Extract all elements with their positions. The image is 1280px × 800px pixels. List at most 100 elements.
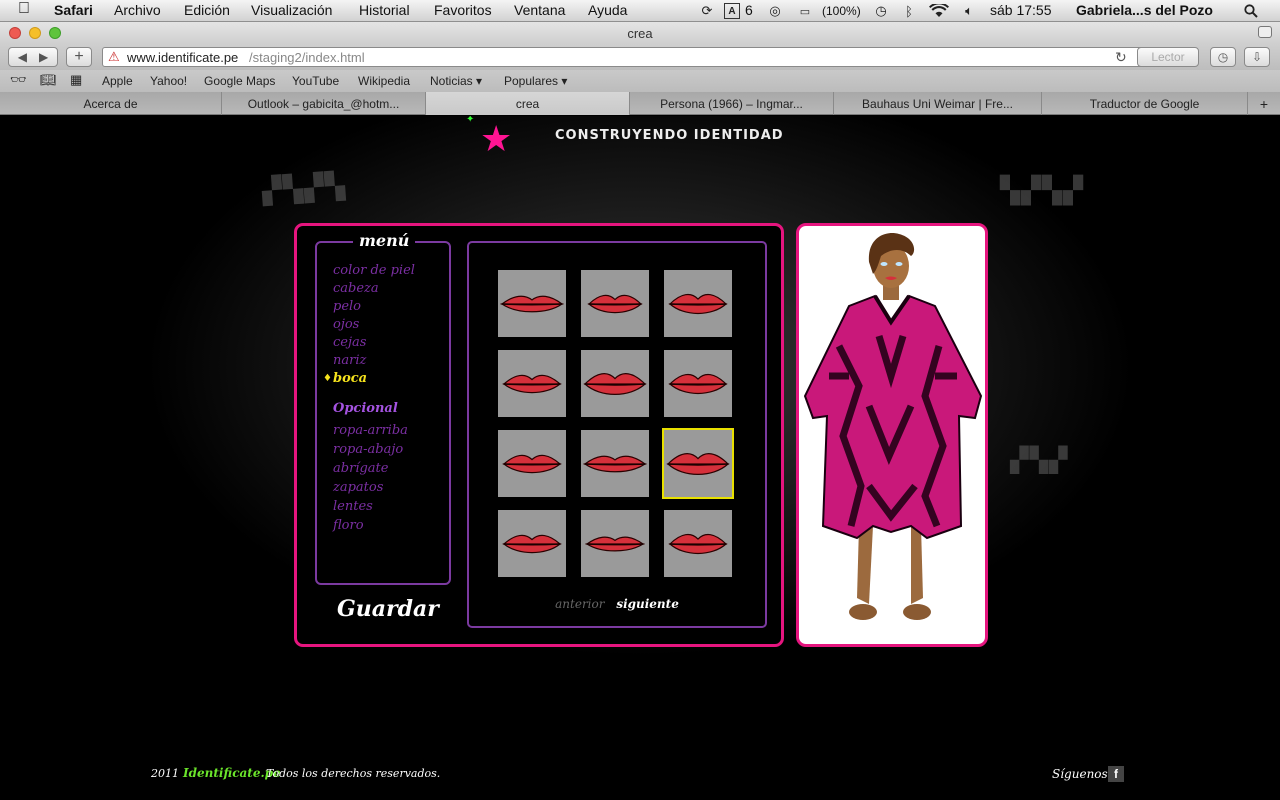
mouth-option-1[interactable] (498, 270, 566, 337)
lips-icon (668, 293, 728, 314)
reload-icon[interactable]: ↻ (1115, 49, 1127, 66)
address-bar[interactable]: ⚠ www.identificate.pe /staging2/index.ht… (102, 47, 1144, 67)
downloads-icon[interactable]: ⇩ (1244, 47, 1270, 67)
menu-item-cejas[interactable]: cejas (333, 335, 366, 350)
tab-traductor[interactable]: Traductor de Google (1042, 92, 1248, 115)
bookmark-yahoo[interactable]: Yahoo! (150, 74, 187, 88)
star-logo-icon: ★ (480, 118, 513, 159)
top-sites-grid-icon[interactable]: ▦ (70, 72, 82, 88)
fullscreen-toggle[interactable] (1258, 26, 1272, 38)
poster-collage-right-lower: ▞▚▞ (1010, 446, 1069, 474)
menu-item-ropa-arriba[interactable]: ropa-arriba (333, 423, 408, 438)
menu-item-lentes[interactable]: lentes (333, 499, 373, 514)
lips-icon (587, 294, 643, 313)
user-name[interactable]: Gabriela...s del Pozo (1076, 2, 1213, 18)
web-page: ▞▚▞▚ ▚▞▚▞ ▞▚▞ ★ ✦ CONSTRUYENDO IDENTIDAD… (0, 116, 1280, 800)
prev-page-link[interactable]: anterior (555, 597, 604, 611)
lips-icon (668, 533, 728, 554)
tab-acerca-de[interactable]: Acerca de (0, 92, 222, 115)
bookmark-google-maps[interactable]: Google Maps (204, 74, 275, 88)
facebook-icon[interactable]: f (1108, 766, 1124, 782)
apple-icon[interactable]:  (18, 0, 30, 18)
time-machine-icon[interactable]: ◷ (872, 3, 890, 19)
site-footer: 2011 Identificate.pe Todos los derechos … (0, 766, 1280, 786)
bookmark-noticias[interactable]: Noticias ▾ (430, 74, 482, 88)
bookmark-apple[interactable]: Apple (102, 74, 133, 88)
reading-list-icon[interactable]: 👓︎ (10, 72, 27, 88)
menu-item-abrigate[interactable]: abrígate (333, 461, 388, 476)
avatar-left-eye (880, 262, 888, 266)
battery-icon[interactable]: ▭ (794, 3, 816, 19)
spotlight-search-icon[interactable] (1241, 3, 1261, 19)
battery-percent: (100%) (822, 4, 861, 18)
menu-item-ojos[interactable]: ojos (333, 317, 359, 332)
mouth-option-7[interactable] (498, 430, 566, 497)
mouth-option-11[interactable] (581, 510, 649, 577)
mouth-option-9[interactable] (662, 428, 734, 499)
mouth-option-3[interactable] (664, 270, 732, 337)
mouth-option-5[interactable] (581, 350, 649, 417)
menu-archivo[interactable]: Archivo (114, 2, 161, 18)
clock[interactable]: sáb 17:55 (990, 2, 1052, 18)
avatar-figure (803, 233, 983, 620)
mouth-option-10[interactable] (498, 510, 566, 577)
bookmark-populares[interactable]: Populares ▾ (504, 74, 567, 88)
tab-outlook[interactable]: Outlook – gabicita_@hotm... (222, 92, 426, 115)
bluetooth-icon[interactable]: ᛒ (902, 3, 916, 19)
mouth-option-8[interactable] (581, 430, 649, 497)
tab-crea[interactable]: crea (426, 92, 630, 115)
menu-item-ropa-abajo[interactable]: ropa-abajo (333, 442, 403, 457)
forward-arrow-icon[interactable]: ▶ (39, 50, 48, 64)
menu-ayuda[interactable]: Ayuda (588, 2, 627, 18)
adobe-count: 6 (745, 2, 753, 18)
volume-icon[interactable]: 🔈︎ (960, 3, 978, 19)
avatar-poncho (803, 294, 983, 540)
mouth-option-12[interactable] (664, 510, 732, 577)
mouth-option-2[interactable] (581, 270, 649, 337)
back-forward-buttons[interactable]: ◀ ▶ (8, 47, 58, 67)
menu-item-cabeza[interactable]: cabeza (333, 281, 379, 296)
adobe-icon[interactable]: A (724, 3, 740, 19)
mouth-option-4[interactable] (498, 350, 566, 417)
history-clock-icon[interactable]: ◷ (1210, 47, 1236, 67)
menu-item-nariz[interactable]: nariz (333, 353, 366, 368)
pager: anterior siguiente (469, 597, 765, 611)
footer-rights: Todos los derechos reservados. (266, 767, 441, 780)
new-tab-plus-icon[interactable]: + (1248, 92, 1280, 115)
tab-persona[interactable]: Persona (1966) – Ingmar... (630, 92, 834, 115)
tab-bauhaus[interactable]: Bauhaus Uni Weimar | Fre... (834, 92, 1042, 115)
menu-historial[interactable]: Historial (359, 2, 410, 18)
sync-icon[interactable]: ⟳ (698, 3, 716, 19)
lifebuoy-icon[interactable]: ◎ (766, 3, 784, 19)
bookmark-wikipedia[interactable]: Wikipedia (358, 74, 410, 88)
menu-edicion[interactable]: Edición (184, 2, 230, 18)
avatar-right-foot (903, 604, 931, 620)
menu-favoritos[interactable]: Favoritos (434, 2, 492, 18)
next-page-link[interactable]: siguiente (616, 597, 679, 611)
lips-icon (583, 455, 647, 472)
menu-item-boca-label: boca (333, 371, 368, 386)
wifi-icon[interactable] (928, 3, 950, 19)
mouth-option-6[interactable] (664, 350, 732, 417)
avatar-preview (796, 223, 988, 647)
lips-icon (502, 454, 562, 473)
lips-icon (502, 374, 562, 393)
bookmarks-book-icon[interactable]: 📖︎ (40, 72, 57, 88)
app-menu[interactable]: Safari (54, 2, 93, 18)
menu-ventana[interactable]: Ventana (514, 2, 565, 18)
menu-item-pelo[interactable]: pelo (333, 299, 361, 314)
reader-button[interactable]: Lector (1137, 47, 1199, 67)
warning-icon[interactable]: ⚠ (108, 49, 120, 65)
menu-visualizacion[interactable]: Visualización (251, 2, 332, 18)
bookmark-youtube[interactable]: YouTube (292, 74, 339, 88)
bookmarks-bar: 👓︎ 📖︎ ▦ Apple Yahoo! Google Maps YouTube… (0, 70, 1280, 92)
menu-item-color-de-piel[interactable]: color de piel (333, 263, 415, 278)
menu-item-zapatos[interactable]: zapatos (333, 480, 383, 495)
save-button[interactable]: Guardar (337, 596, 439, 622)
back-arrow-icon[interactable]: ◀ (18, 50, 27, 64)
add-bookmark-button[interactable]: + (66, 47, 92, 67)
menu-box: menú color de piel cabeza pelo ojos ceja… (315, 231, 451, 585)
menu-item-boca[interactable]: ♦ boca (323, 371, 368, 386)
menu-item-floro[interactable]: floro (333, 518, 364, 533)
avatar-left-leg (857, 526, 873, 604)
